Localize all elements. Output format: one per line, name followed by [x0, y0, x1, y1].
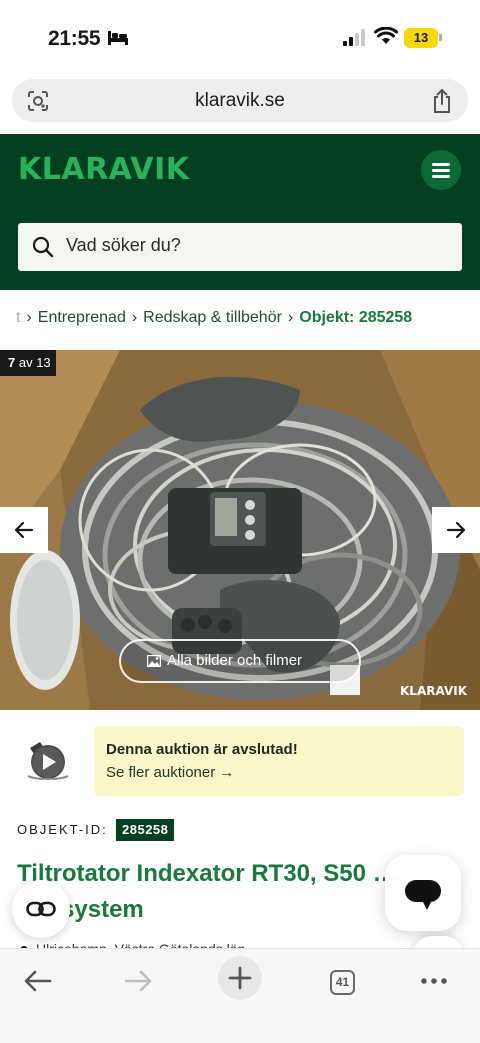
search-input[interactable] — [66, 235, 446, 256]
object-id-badge: 285258 — [116, 819, 175, 841]
tabs-count: 41 — [330, 970, 355, 995]
breadcrumb-item-entreprenad[interactable]: Entreprenad — [38, 309, 126, 326]
arrow-right-icon — [446, 521, 466, 539]
tabs-button[interactable]: 41 — [322, 961, 362, 1001]
image-icon — [147, 655, 161, 667]
menu-line — [432, 163, 450, 166]
forward-button[interactable] — [118, 961, 158, 1001]
new-tab-button[interactable] — [218, 956, 262, 1000]
sleep-focus-icon — [108, 31, 128, 45]
wifi-icon — [374, 27, 398, 44]
breadcrumb: t › Entreprenad › Redskap & tillbehör › Objekt… — [0, 290, 480, 348]
menu-button[interactable] — [421, 150, 461, 190]
object-id-label: OBJEKT-ID: — [17, 822, 108, 837]
image-gallery[interactable]: 7 av 13 Alla bilder och filmer KLARAVIK — [0, 350, 480, 710]
battery-tip — [439, 34, 442, 41]
chat-icon — [405, 880, 441, 910]
cellular-signal-icon — [343, 29, 365, 46]
plus-icon — [228, 966, 252, 990]
image-counter: 7 av 13 — [0, 350, 56, 376]
menu-line — [432, 175, 450, 178]
breadcrumb-item-redskap[interactable]: Redskap & tillbehör — [143, 309, 282, 326]
chevron-right-icon: › — [26, 309, 32, 326]
image-counter-total: av 13 — [18, 355, 51, 370]
next-image-button[interactable] — [432, 507, 480, 553]
image-counter-current: 7 — [8, 355, 16, 370]
all-images-button[interactable]: Alla bilder och filmer — [119, 639, 361, 683]
more-dots-icon — [421, 978, 447, 984]
status-time: 21:55 — [48, 27, 101, 50]
floating-link-button[interactable] — [12, 880, 70, 938]
chevron-right-icon: › — [287, 309, 294, 326]
more-auctions-link[interactable]: Se fler auktioner → — [106, 764, 234, 781]
arrow-left-icon — [24, 970, 52, 992]
auction-ended-icon — [27, 742, 69, 780]
klaravik-logo[interactable]: KLARAVIK — [18, 152, 190, 187]
chat-button[interactable] — [385, 855, 461, 931]
menu-line — [432, 169, 450, 172]
photo-watermark: KLARAVIK — [400, 684, 467, 698]
previous-image-button[interactable] — [0, 507, 48, 553]
browser-toolbar: 41 — [0, 948, 480, 1043]
auction-ended-notice: Denna auktion är avslutad! Se fler aukti… — [94, 726, 464, 796]
share-icon[interactable] — [430, 88, 454, 114]
search-icon — [32, 236, 54, 258]
chevron-right-icon: › — [131, 309, 138, 326]
breadcrumb-item-truncated[interactable]: t — [16, 309, 20, 326]
breadcrumb-item-current: Objekt: 285258 — [299, 309, 413, 326]
battery-icon: 13 — [404, 28, 438, 48]
arrow-right-icon — [124, 970, 152, 992]
more-button[interactable] — [414, 961, 454, 1001]
search-box[interactable] — [18, 223, 462, 271]
all-images-label: Alla bilder och filmer — [167, 652, 303, 669]
link-icon — [26, 901, 56, 917]
notice-title: Denna auktion är avslutad! — [106, 741, 298, 758]
status-bar: 21:55 13 — [0, 0, 480, 76]
back-button[interactable] — [18, 961, 58, 1001]
arrow-left-icon — [14, 521, 34, 539]
site-header: KLARAVIK — [0, 134, 480, 290]
address-bar[interactable]: klaravik.se — [12, 79, 468, 122]
url-text[interactable]: klaravik.se — [12, 90, 468, 112]
